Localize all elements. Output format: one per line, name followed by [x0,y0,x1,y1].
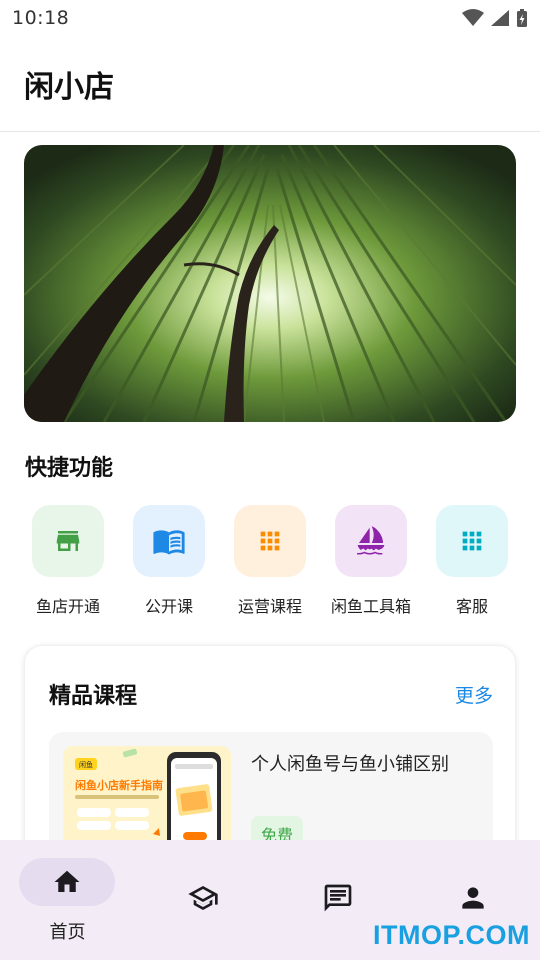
courses-header: 精品课程 更多 [49,678,493,710]
quick-functions: 鱼店开通 公开课 运营课程 闲鱼工具箱 客服 [25,505,515,617]
app-header: 闲小店 [0,36,540,132]
quick-item-toolbox[interactable]: 闲鱼工具箱 [328,505,414,617]
quick-item-store-open[interactable]: 鱼店开通 [25,505,111,617]
school-icon [187,886,218,910]
quick-item-open-course[interactable]: 公开课 [126,505,212,617]
page-title: 闲小店 [24,69,114,105]
sailboat-icon [357,526,385,555]
home-icon [54,870,80,892]
watermark-text: ITMOP.COM [372,920,530,950]
course-name: 个人闲鱼号与鱼小铺区别 [251,754,449,775]
apps-grid-icon [260,531,280,551]
quick-icon-bg [436,505,508,577]
courses-title: 精品课程 [49,684,138,709]
book-icon [153,530,185,555]
quick-icon-bg [32,505,104,577]
quick-label: 运营课程 [237,597,302,616]
nav-active-indicator [19,858,115,906]
apps-grid-icon [462,531,482,551]
quick-label: 闲鱼工具箱 [330,597,411,616]
quick-label: 鱼店开通 [35,597,100,616]
store-icon [56,531,80,551]
hero-banner[interactable] [24,145,516,422]
bamboo-forest-image [24,145,516,422]
svg-text:闲鱼: 闲鱼 [79,760,93,769]
quick-item-ops-course[interactable]: 运营课程 [227,505,313,617]
status-icons [462,8,528,28]
wifi-icon [462,9,484,26]
status-time: 10:18 [12,7,70,29]
quick-label: 客服 [455,597,488,616]
signal-icon [491,10,509,26]
quick-functions-title: 快捷功能 [25,456,114,481]
nav-courses[interactable] [135,840,270,960]
message-icon [324,884,351,912]
more-link[interactable]: 更多 [455,681,493,708]
nav-label: 首页 [49,922,86,943]
thumb-title: 闲鱼小店新手指南 [75,778,163,792]
quick-icon-bg [133,505,205,577]
status-bar: 10:18 [0,0,540,36]
quick-item-customer-service[interactable]: 客服 [429,505,515,617]
quick-icon-bg [234,505,306,577]
quick-icon-bg [335,505,407,577]
quick-label: 公开课 [144,597,193,616]
person-icon [461,887,484,909]
nav-home[interactable]: 首页 [0,840,135,960]
battery-charging-icon [517,9,527,27]
